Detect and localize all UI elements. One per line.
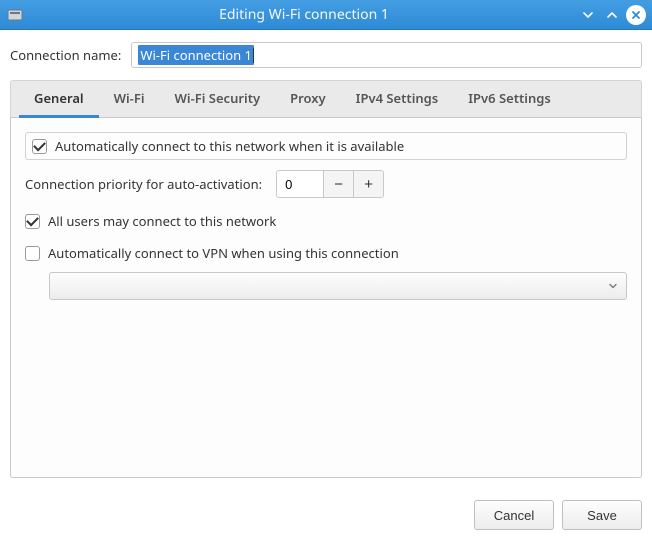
close-button[interactable] [626, 5, 646, 25]
auto-connect-label: Automatically connect to this network wh… [55, 137, 404, 155]
tab-wifi-security[interactable]: Wi-Fi Security [160, 81, 276, 118]
all-users-label: All users may connect to this network [48, 212, 276, 230]
chevron-down-icon [608, 277, 618, 295]
titlebar: Editing Wi-Fi connection 1 [0, 0, 652, 30]
maximize-button[interactable] [602, 5, 622, 25]
all-users-row: All users may connect to this network [25, 212, 627, 230]
priority-label: Connection priority for auto-activation: [25, 175, 262, 193]
tab-general[interactable]: General [19, 81, 99, 118]
connection-name-label: Connection name: [10, 46, 121, 64]
all-users-checkbox[interactable] [25, 214, 40, 229]
auto-vpn-label: Automatically connect to VPN when using … [48, 244, 399, 262]
auto-connect-checkbox[interactable] [32, 139, 47, 154]
vpn-select[interactable] [49, 272, 627, 300]
tab-ipv6-settings[interactable]: IPv6 Settings [453, 81, 566, 118]
save-button[interactable]: Save [562, 500, 642, 530]
tab-ipv4-settings[interactable]: IPv4 Settings [341, 81, 454, 118]
tab-panel-general: Automatically connect to this network wh… [10, 118, 642, 478]
auto-vpn-checkbox[interactable] [25, 246, 40, 261]
dialog-footer: Cancel Save [0, 488, 652, 542]
priority-input[interactable] [277, 171, 323, 197]
window-controls [578, 5, 646, 25]
minimize-button[interactable] [578, 5, 598, 25]
cancel-button[interactable]: Cancel [474, 500, 554, 530]
tab-wifi[interactable]: Wi-Fi [99, 81, 160, 118]
priority-spinner: − + [276, 170, 384, 198]
priority-increment-button[interactable]: + [353, 171, 383, 197]
nm-editor-icon [6, 6, 24, 24]
auto-vpn-row: Automatically connect to VPN when using … [25, 244, 627, 262]
connection-name-row: Connection name: Wi-Fi connection 1 [10, 42, 642, 68]
connection-name-value: Wi-Fi connection 1 [138, 45, 254, 65]
priority-row: Connection priority for auto-activation:… [25, 170, 627, 198]
content-area: Connection name: Wi-Fi connection 1 Gene… [0, 30, 652, 488]
window-title: Editing Wi-Fi connection 1 [30, 5, 578, 24]
auto-connect-row: Automatically connect to this network wh… [25, 132, 627, 160]
tab-bar: General Wi-Fi Wi-Fi Security Proxy IPv4 … [10, 80, 642, 118]
priority-decrement-button[interactable]: − [323, 171, 353, 197]
connection-name-input[interactable]: Wi-Fi connection 1 [131, 42, 642, 68]
tab-proxy[interactable]: Proxy [275, 81, 341, 118]
